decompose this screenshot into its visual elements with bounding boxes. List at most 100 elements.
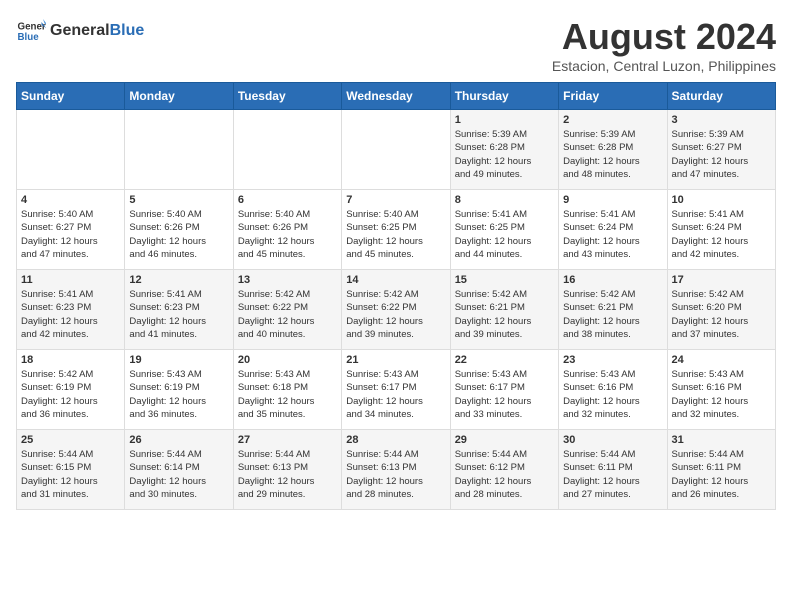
calendar-week-row: 18 Sunrise: 5:42 AM Sunset: 6:19 PM Dayli… (17, 350, 776, 430)
calendar-cell: 25 Sunrise: 5:44 AM Sunset: 6:15 PM Dayli… (17, 430, 125, 510)
day-number: 14 (346, 274, 445, 286)
calendar-cell (17, 110, 125, 190)
day-info: Sunrise: 5:41 AM Sunset: 6:23 PM Dayligh… (21, 288, 120, 341)
logo: General Blue GeneralBlue (16, 16, 144, 46)
calendar-cell: 17 Sunrise: 5:42 AM Sunset: 6:20 PM Dayli… (667, 270, 775, 350)
calendar-cell: 24Sunrise: 5:43 AM Sunset: 6:16 PM Dayli… (667, 350, 775, 430)
calendar-cell: 12Sunrise: 5:41 AM Sunset: 6:23 PM Dayli… (125, 270, 233, 350)
calendar-cell (125, 110, 233, 190)
day-of-week-header: Monday (125, 83, 233, 110)
day-number: 9 (563, 194, 662, 206)
day-number: 5 (129, 194, 228, 206)
day-info: Sunrise: 5:40 AM Sunset: 6:25 PM Dayligh… (346, 208, 445, 261)
day-info: Sunrise: 5:42 AM Sunset: 6:20 PM Dayligh… (672, 288, 771, 341)
day-info: Sunrise: 5:39 AM Sunset: 6:28 PM Dayligh… (455, 128, 554, 181)
day-info: Sunrise: 5:40 AM Sunset: 6:26 PM Dayligh… (238, 208, 337, 261)
day-number: 17 (672, 274, 771, 286)
calendar-body: 1 Sunrise: 5:39 AM Sunset: 6:28 PM Daylig… (17, 110, 776, 510)
calendar-cell: 16Sunrise: 5:42 AM Sunset: 6:21 PM Dayli… (559, 270, 667, 350)
day-number: 21 (346, 354, 445, 366)
day-number: 6 (238, 194, 337, 206)
day-info: Sunrise: 5:42 AM Sunset: 6:22 PM Dayligh… (346, 288, 445, 341)
calendar-cell: 6 Sunrise: 5:40 AM Sunset: 6:26 PM Daylig… (233, 190, 341, 270)
day-info: Sunrise: 5:40 AM Sunset: 6:27 PM Dayligh… (21, 208, 120, 261)
calendar-cell: 8 Sunrise: 5:41 AM Sunset: 6:25 PM Daylig… (450, 190, 558, 270)
day-number: 2 (563, 114, 662, 126)
day-info: Sunrise: 5:39 AM Sunset: 6:27 PM Dayligh… (672, 128, 771, 181)
day-number: 4 (21, 194, 120, 206)
day-number: 26 (129, 434, 228, 446)
generalblue-logo-icon: General Blue (16, 16, 46, 46)
day-info: Sunrise: 5:43 AM Sunset: 6:16 PM Dayligh… (563, 368, 662, 421)
calendar-week-row: 25 Sunrise: 5:44 AM Sunset: 6:15 PM Dayli… (17, 430, 776, 510)
calendar-cell: 27 Sunrise: 5:44 AM Sunset: 6:13 PM Dayli… (233, 430, 341, 510)
day-info: Sunrise: 5:41 AM Sunset: 6:24 PM Dayligh… (672, 208, 771, 261)
day-number: 19 (129, 354, 228, 366)
calendar-cell: 30 Sunrise: 5:44 AM Sunset: 6:11 PM Dayli… (559, 430, 667, 510)
day-of-week-header: Wednesday (342, 83, 450, 110)
day-info: Sunrise: 5:43 AM Sunset: 6:17 PM Dayligh… (346, 368, 445, 421)
calendar-cell: 23Sunrise: 5:43 AM Sunset: 6:16 PM Dayli… (559, 350, 667, 430)
day-info: Sunrise: 5:43 AM Sunset: 6:19 PM Dayligh… (129, 368, 228, 421)
calendar-cell (233, 110, 341, 190)
day-number: 1 (455, 114, 554, 126)
day-info: Sunrise: 5:44 AM Sunset: 6:11 PM Dayligh… (563, 448, 662, 501)
calendar-week-row: 11Sunrise: 5:41 AM Sunset: 6:23 PM Dayli… (17, 270, 776, 350)
calendar-week-row: 4 Sunrise: 5:40 AM Sunset: 6:27 PM Daylig… (17, 190, 776, 270)
calendar-cell: 31Sunrise: 5:44 AM Sunset: 6:11 PM Dayli… (667, 430, 775, 510)
calendar-header: SundayMondayTuesdayWednesdayThursdayFrid… (17, 83, 776, 110)
day-number: 15 (455, 274, 554, 286)
calendar-week-row: 1 Sunrise: 5:39 AM Sunset: 6:28 PM Daylig… (17, 110, 776, 190)
day-info: Sunrise: 5:44 AM Sunset: 6:11 PM Dayligh… (672, 448, 771, 501)
day-info: Sunrise: 5:41 AM Sunset: 6:23 PM Dayligh… (129, 288, 228, 341)
day-number: 8 (455, 194, 554, 206)
day-info: Sunrise: 5:41 AM Sunset: 6:25 PM Dayligh… (455, 208, 554, 261)
calendar-cell: 13 Sunrise: 5:42 AM Sunset: 6:22 PM Dayli… (233, 270, 341, 350)
title-section: August 2024 Estacion, Central Luzon, Phi… (552, 16, 776, 74)
calendar-cell: 7Sunrise: 5:40 AM Sunset: 6:25 PM Daylig… (342, 190, 450, 270)
calendar-cell: 21 Sunrise: 5:43 AM Sunset: 6:17 PM Dayli… (342, 350, 450, 430)
calendar-cell: 14 Sunrise: 5:42 AM Sunset: 6:22 PM Dayli… (342, 270, 450, 350)
month-year: August 2024 (552, 16, 776, 58)
header-row: SundayMondayTuesdayWednesdayThursdayFrid… (17, 83, 776, 110)
day-info: Sunrise: 5:39 AM Sunset: 6:28 PM Dayligh… (563, 128, 662, 181)
calendar-cell: 15 Sunrise: 5:42 AM Sunset: 6:21 PM Dayli… (450, 270, 558, 350)
calendar-cell: 28 Sunrise: 5:44 AM Sunset: 6:13 PM Dayli… (342, 430, 450, 510)
header: General Blue GeneralBlue August 2024 Est… (16, 16, 776, 74)
calendar-cell: 18 Sunrise: 5:42 AM Sunset: 6:19 PM Dayli… (17, 350, 125, 430)
calendar-cell (342, 110, 450, 190)
day-number: 28 (346, 434, 445, 446)
day-info: Sunrise: 5:42 AM Sunset: 6:21 PM Dayligh… (455, 288, 554, 341)
day-info: Sunrise: 5:40 AM Sunset: 6:26 PM Dayligh… (129, 208, 228, 261)
day-info: Sunrise: 5:44 AM Sunset: 6:12 PM Dayligh… (455, 448, 554, 501)
calendar-cell: 26 Sunrise: 5:44 AM Sunset: 6:14 PM Dayli… (125, 430, 233, 510)
day-info: Sunrise: 5:44 AM Sunset: 6:13 PM Dayligh… (238, 448, 337, 501)
calendar-cell: 10Sunrise: 5:41 AM Sunset: 6:24 PM Dayli… (667, 190, 775, 270)
day-info: Sunrise: 5:42 AM Sunset: 6:19 PM Dayligh… (21, 368, 120, 421)
day-number: 3 (672, 114, 771, 126)
day-number: 20 (238, 354, 337, 366)
day-number: 18 (21, 354, 120, 366)
svg-text:Blue: Blue (18, 32, 40, 43)
day-info: Sunrise: 5:44 AM Sunset: 6:15 PM Dayligh… (21, 448, 120, 501)
day-number: 13 (238, 274, 337, 286)
logo-text: GeneralBlue (50, 22, 144, 39)
calendar-cell: 2 Sunrise: 5:39 AM Sunset: 6:28 PM Daylig… (559, 110, 667, 190)
day-number: 22 (455, 354, 554, 366)
day-number: 25 (21, 434, 120, 446)
day-number: 29 (455, 434, 554, 446)
day-of-week-header: Tuesday (233, 83, 341, 110)
day-number: 30 (563, 434, 662, 446)
calendar-cell: 5 Sunrise: 5:40 AM Sunset: 6:26 PM Daylig… (125, 190, 233, 270)
calendar-cell: 4 Sunrise: 5:40 AM Sunset: 6:27 PM Daylig… (17, 190, 125, 270)
day-number: 27 (238, 434, 337, 446)
day-of-week-header: Friday (559, 83, 667, 110)
day-info: Sunrise: 5:44 AM Sunset: 6:14 PM Dayligh… (129, 448, 228, 501)
day-info: Sunrise: 5:42 AM Sunset: 6:22 PM Dayligh… (238, 288, 337, 341)
day-info: Sunrise: 5:42 AM Sunset: 6:21 PM Dayligh… (563, 288, 662, 341)
day-of-week-header: Saturday (667, 83, 775, 110)
calendar-cell: 9Sunrise: 5:41 AM Sunset: 6:24 PM Daylig… (559, 190, 667, 270)
calendar-cell: 20Sunrise: 5:43 AM Sunset: 6:18 PM Dayli… (233, 350, 341, 430)
day-info: Sunrise: 5:44 AM Sunset: 6:13 PM Dayligh… (346, 448, 445, 501)
day-of-week-header: Sunday (17, 83, 125, 110)
